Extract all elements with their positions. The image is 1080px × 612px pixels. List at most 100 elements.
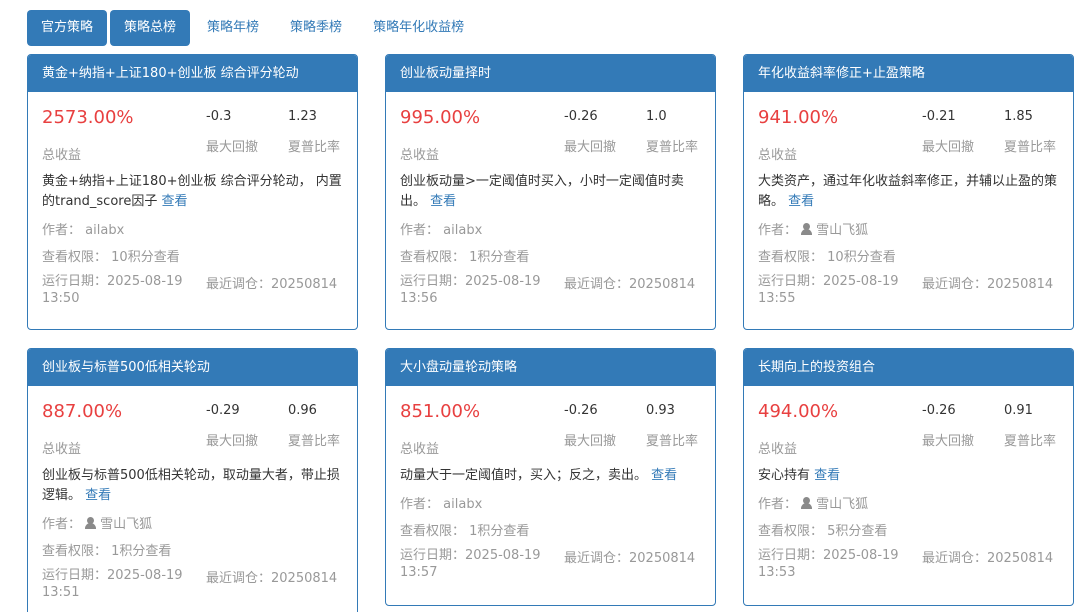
max-drawdown-value: -0.26 [564,403,598,418]
run-date-label: 运行日期： [42,568,108,583]
total-return-value: 494.00% [758,401,839,422]
permission-label: 查看权限： [400,250,466,265]
rebalance-row: 最近调仓：20250814 [564,547,695,566]
strategy-card: 年化收益斜率修正+止盈策略 941.00% 总收益 -0.21 1.85 最大回… [743,54,1074,330]
sharpe-value: 0.91 [1004,403,1033,418]
run-date-label: 运行日期： [758,274,824,289]
card-title[interactable]: 黄金+纳指+上证180+创业板 综合评分轮动 [28,55,357,92]
description-text: 黄金+纳指+上证180+创业板 综合评分轮动， 内置的trand_score因子 [42,174,342,209]
card-description: 创业板与标普500低相关轮动，取动量大者，带止损逻辑。 查看 [42,466,343,506]
view-link[interactable]: 查看 [651,468,677,483]
permission-row: 查看权限： 10积分查看 [42,246,180,265]
sharpe-label: 夏普比率 [288,434,341,449]
rebalance-label: 最近调仓： [206,277,272,292]
author-name: ailabx [443,223,483,238]
rebalance-label: 最近调仓： [922,551,988,566]
view-link[interactable]: 查看 [85,488,111,503]
card-description: 创业板动量>一定阈值时买入，小时一定阈值时卖出。 查看 [400,172,701,212]
sharpe-value: 0.96 [288,403,317,418]
card-title[interactable]: 长期向上的投资组合 [744,349,1073,386]
strategy-card: 黄金+纳指+上证180+创业板 综合评分轮动 2573.00% 总收益 -0.3… [27,54,358,330]
max-drawdown-value: -0.29 [206,403,240,418]
rebalance-value: 20250814 [987,277,1054,292]
author-row: 作者： 雪山飞狐 [42,513,152,532]
author-row: 作者： 雪山飞狐 [758,493,868,512]
tab-overall[interactable]: 策略总榜 [110,10,191,46]
max-drawdown-label: 最大回撤 [922,140,975,155]
permission-label: 查看权限： [758,250,824,265]
strategy-tabs: 官方策略 策略总榜 策略年榜 策略季榜 策略年化收益榜 [27,10,481,46]
card-title[interactable]: 年化收益斜率修正+止盈策略 [744,55,1073,92]
permission-row: 查看权限： 10积分查看 [758,246,896,265]
total-return-value: 887.00% [42,401,123,422]
total-return-label: 总收益 [758,442,798,457]
permission-value: 1积分查看 [469,524,530,539]
rebalance-value: 20250814 [629,277,696,292]
description-text: 安心持有 [758,468,811,483]
total-return-label: 总收益 [42,442,82,457]
author-row: 作者： ailabx [400,493,482,512]
user-icon [85,517,97,529]
rebalance-row: 最近调仓：20250814 [922,273,1053,292]
tab-yearly[interactable]: 策略年榜 [193,10,273,46]
card-description: 大类资产，通过年化收益斜率修正，并辅以止盈的策略。 查看 [758,172,1059,212]
rebalance-label: 最近调仓： [564,277,630,292]
author-label: 作者： [42,517,82,532]
author-label: 作者： [400,223,440,238]
total-return-value: 851.00% [400,401,481,422]
total-return-value: 995.00% [400,107,481,128]
total-return-label: 总收益 [400,442,440,457]
sharpe-label: 夏普比率 [1004,140,1057,155]
permission-value: 5积分查看 [827,524,888,539]
permission-value: 1积分查看 [469,250,530,265]
card-title[interactable]: 大小盘动量轮动策略 [386,349,715,386]
card-title[interactable]: 创业板与标普500低相关轮动 [28,349,357,386]
view-link[interactable]: 查看 [814,468,840,483]
card-title[interactable]: 创业板动量择时 [386,55,715,92]
run-date-label: 运行日期： [758,548,824,563]
tab-quarterly[interactable]: 策略季榜 [276,10,356,46]
view-link[interactable]: 查看 [788,194,814,209]
run-date-label: 运行日期： [400,274,466,289]
author-label: 作者： [758,497,798,512]
card-description: 安心持有 查看 [758,466,1059,486]
rebalance-value: 20250814 [629,551,696,566]
user-icon [801,497,813,509]
author-row: 作者： ailabx [42,219,124,238]
run-date-row: 运行日期：2025-08-19 13:57 [400,547,550,581]
max-drawdown-label: 最大回撤 [564,140,617,155]
max-drawdown-value: -0.26 [922,403,956,418]
rebalance-value: 20250814 [987,551,1054,566]
rebalance-label: 最近调仓： [564,551,630,566]
author-name: ailabx [443,497,483,512]
description-text: 动量大于一定阈值时，买入；反之，卖出。 [400,468,648,483]
sharpe-value: 1.85 [1004,109,1033,124]
permission-label: 查看权限： [400,524,466,539]
max-drawdown-value: -0.3 [206,109,232,124]
rebalance-label: 最近调仓： [206,571,272,586]
sharpe-label: 夏普比率 [1004,434,1057,449]
tab-annualized[interactable]: 策略年化收益榜 [359,10,478,46]
total-return-label: 总收益 [42,148,82,163]
rebalance-row: 最近调仓：20250814 [206,273,337,292]
max-drawdown-value: -0.21 [922,109,956,124]
sharpe-value: 0.93 [646,403,675,418]
run-date-row: 运行日期：2025-08-19 13:53 [758,547,908,581]
permission-label: 查看权限： [758,524,824,539]
card-description: 动量大于一定阈值时，买入；反之，卖出。 查看 [400,466,701,486]
author-name: 雪山飞狐 [100,517,153,532]
view-link[interactable]: 查看 [161,194,187,209]
run-date-label: 运行日期： [400,548,466,563]
permission-value: 1积分查看 [111,544,172,559]
strategy-card: 长期向上的投资组合 494.00% 总收益 -0.26 0.91 最大回撤 夏普… [743,348,1074,606]
author-name: 雪山飞狐 [816,223,869,238]
sharpe-value: 1.23 [288,109,317,124]
permission-label: 查看权限： [42,250,108,265]
rebalance-row: 最近调仓：20250814 [922,547,1053,566]
author-name: 雪山飞狐 [816,497,869,512]
view-link[interactable]: 查看 [430,194,456,209]
max-drawdown-label: 最大回撤 [206,140,259,155]
tab-official[interactable]: 官方策略 [27,10,108,46]
author-name: ailabx [85,223,125,238]
permission-row: 查看权限： 1积分查看 [400,520,529,539]
